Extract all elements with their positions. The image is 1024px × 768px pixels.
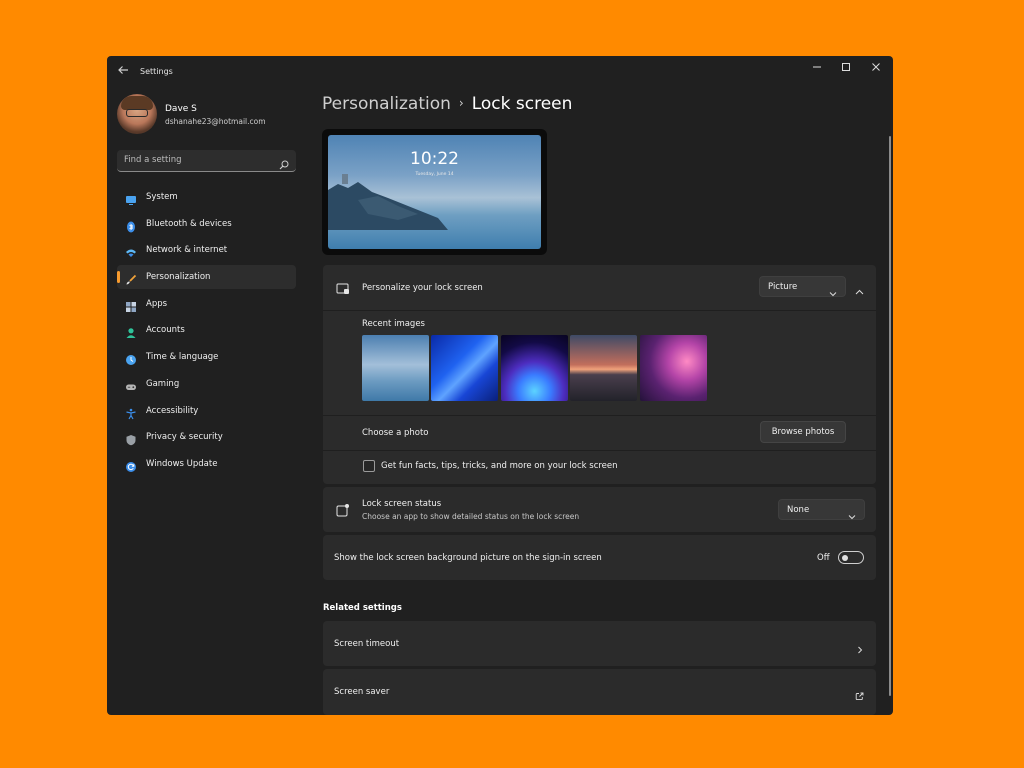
signin-picture-card: Show the lock screen background picture … bbox=[323, 535, 876, 580]
toggle-state-label: Off bbox=[817, 553, 830, 563]
close-button[interactable] bbox=[861, 60, 891, 80]
sidebar-item-label: System bbox=[146, 192, 178, 202]
sidebar-item-label: Gaming bbox=[146, 378, 180, 389]
shield-icon bbox=[125, 431, 137, 446]
sidebar-item-windows-update[interactable]: Windows Update bbox=[117, 452, 296, 476]
monitor-icon bbox=[125, 191, 137, 205]
sidebar-item-network[interactable]: Network & internet bbox=[117, 238, 296, 262]
toggle-knob bbox=[842, 554, 848, 561]
sidebar-item-gaming[interactable]: Gaming bbox=[117, 372, 296, 396]
search-box[interactable]: Find a setting bbox=[117, 150, 296, 172]
recent-image-thumbnail[interactable] bbox=[501, 335, 568, 401]
window-title: Settings bbox=[140, 67, 173, 76]
apps-icon bbox=[125, 298, 137, 312]
related-item-label: Screen saver bbox=[334, 687, 390, 697]
sidebar-item-label: Accounts bbox=[146, 325, 185, 336]
recent-images-label: Recent images bbox=[362, 319, 425, 329]
chevron-down-icon bbox=[829, 283, 837, 297]
minimize-button[interactable] bbox=[802, 60, 832, 80]
related-item-label: Screen timeout bbox=[334, 639, 400, 649]
signin-label: Show the lock screen background picture … bbox=[334, 553, 602, 563]
breadcrumb-parent[interactable]: Personalization bbox=[322, 94, 451, 114]
divider bbox=[323, 310, 876, 311]
sidebar-item-accounts[interactable]: Accounts bbox=[117, 318, 296, 342]
preview-image: 10:22 Tuesday, June 14 bbox=[328, 135, 541, 249]
search-icon bbox=[279, 155, 289, 170]
recent-image-thumbnail[interactable] bbox=[570, 335, 637, 401]
chevron-up-icon[interactable] bbox=[855, 282, 864, 295]
sidebar-item-label: Apps bbox=[146, 298, 168, 309]
brush-icon bbox=[125, 271, 137, 285]
back-arrow-icon[interactable] bbox=[117, 64, 131, 78]
fun-facts-checkbox[interactable] bbox=[363, 460, 375, 472]
breadcrumb-separator: › bbox=[458, 96, 464, 110]
lock-screen-status-card: Lock screen status Choose an app to show… bbox=[323, 487, 876, 532]
status-label: Lock screen status bbox=[362, 499, 442, 509]
chevron-right-icon bbox=[856, 639, 864, 654]
sidebar-item-privacy[interactable]: Privacy & security bbox=[117, 425, 296, 449]
page-title: Lock screen bbox=[471, 94, 573, 114]
breadcrumb: Personalization › Lock screen bbox=[322, 94, 572, 114]
related-settings-title: Related settings bbox=[323, 603, 402, 613]
gamepad-icon bbox=[125, 378, 137, 390]
sidebar-item-accessibility[interactable]: Accessibility bbox=[117, 399, 296, 423]
status-dropdown[interactable]: None bbox=[778, 499, 865, 520]
sidebar-item-label: Network & internet bbox=[146, 245, 228, 256]
sidebar-item-label: Accessibility bbox=[146, 405, 199, 416]
signin-picture-toggle[interactable] bbox=[838, 551, 864, 564]
sidebar-item-label: Personalization bbox=[146, 272, 211, 283]
recent-image-thumbnail[interactable] bbox=[431, 335, 498, 401]
related-item-screen-timeout[interactable]: Screen timeout bbox=[323, 621, 876, 666]
scrollbar[interactable] bbox=[889, 136, 891, 696]
recent-image-thumbnail[interactable] bbox=[640, 335, 707, 401]
sidebar-item-label: Privacy & security bbox=[146, 432, 223, 443]
avatar[interactable] bbox=[117, 94, 157, 134]
update-icon bbox=[125, 458, 137, 472]
bluetooth-icon bbox=[125, 218, 137, 233]
external-link-icon bbox=[855, 686, 864, 701]
sidebar-nav: System Bluetooth & devices Network & int… bbox=[117, 185, 296, 479]
globe-clock-icon bbox=[125, 351, 137, 366]
sidebar-item-bluetooth[interactable]: Bluetooth & devices bbox=[117, 212, 296, 236]
sidebar-item-label: Windows Update bbox=[146, 458, 218, 469]
sidebar-item-label: Bluetooth & devices bbox=[146, 218, 232, 229]
dropdown-value: None bbox=[787, 505, 810, 515]
active-indicator bbox=[117, 271, 120, 284]
lock-screen-picture-icon bbox=[336, 281, 350, 295]
accessibility-icon bbox=[125, 405, 137, 419]
status-sublabel: Choose an app to show detailed status on… bbox=[362, 512, 580, 521]
sidebar-item-apps[interactable]: Apps bbox=[117, 292, 296, 316]
person-icon bbox=[125, 324, 137, 339]
sidebar-item-system[interactable]: System bbox=[117, 185, 296, 209]
search-input[interactable]: Find a setting bbox=[124, 155, 182, 165]
sidebar-item-personalization[interactable]: Personalization bbox=[117, 265, 296, 290]
maximize-button[interactable] bbox=[831, 60, 861, 80]
choose-photo-label: Choose a photo bbox=[362, 428, 429, 438]
profile-email: dshanahe23@hotmail.com bbox=[165, 117, 266, 126]
dropdown-value: Picture bbox=[768, 282, 798, 292]
divider bbox=[323, 415, 876, 416]
profile-name: Dave S bbox=[165, 104, 197, 114]
browse-photos-button[interactable]: Browse photos bbox=[760, 421, 846, 443]
wifi-icon bbox=[125, 244, 137, 258]
personalize-dropdown[interactable]: Picture bbox=[759, 276, 846, 297]
title-bar: Settings bbox=[107, 56, 893, 88]
fun-facts-label: Get fun facts, tips, tricks, and more on… bbox=[381, 461, 618, 471]
personalize-label: Personalize your lock screen bbox=[362, 283, 483, 293]
preview-date: Tuesday, June 14 bbox=[415, 172, 454, 177]
lock-screen-preview: 10:22 Tuesday, June 14 bbox=[322, 129, 547, 255]
recent-image-thumbnail[interactable] bbox=[362, 335, 429, 401]
chevron-down-icon bbox=[848, 506, 856, 520]
sidebar-item-time-language[interactable]: Time & language bbox=[117, 345, 296, 369]
sidebar-item-label: Time & language bbox=[146, 352, 219, 363]
related-item-screen-saver[interactable]: Screen saver bbox=[323, 669, 876, 715]
status-app-icon bbox=[336, 502, 350, 517]
divider bbox=[323, 450, 876, 451]
settings-window: Settings Dave S dshanahe23@hotmail.com F… bbox=[107, 56, 893, 715]
preview-time: 10:22 bbox=[410, 149, 459, 169]
